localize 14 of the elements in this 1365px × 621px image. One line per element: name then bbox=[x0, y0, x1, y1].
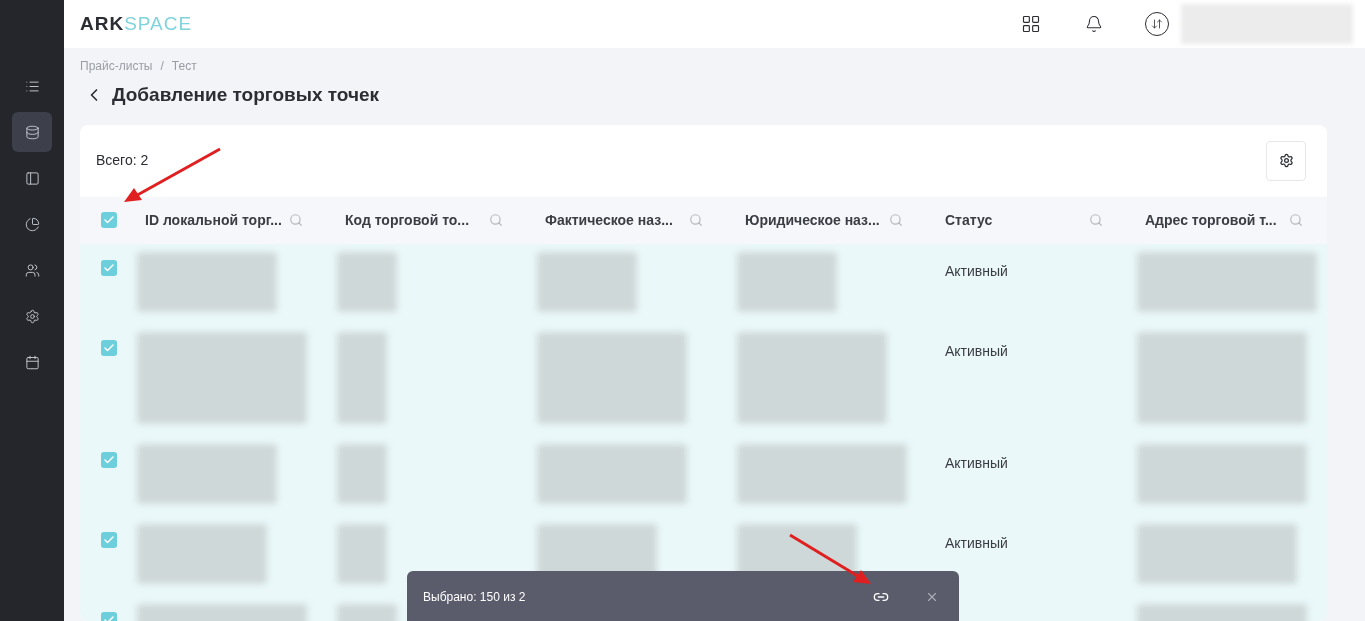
logo: ARKSPACE bbox=[80, 11, 193, 36]
status-text: Активный bbox=[945, 534, 1008, 551]
column-header: Код торговой то... bbox=[345, 210, 470, 230]
status-text: Активный bbox=[945, 454, 1008, 471]
breadcrumb-separator: / bbox=[160, 58, 164, 75]
status-text: Активный bbox=[945, 262, 1008, 279]
total-count: Всего: 2 bbox=[96, 151, 149, 170]
column-header: Адрес торговой т... bbox=[1145, 210, 1277, 230]
page-title: Добавление торговых точек bbox=[112, 83, 380, 107]
column-header: ID локальной торг... bbox=[145, 210, 282, 230]
column-header: Юридическое наз... bbox=[745, 210, 880, 230]
status-text: Активный bbox=[945, 342, 1008, 359]
column-header: Статус bbox=[945, 210, 993, 230]
column-header: Фактическое наз... bbox=[545, 210, 673, 230]
